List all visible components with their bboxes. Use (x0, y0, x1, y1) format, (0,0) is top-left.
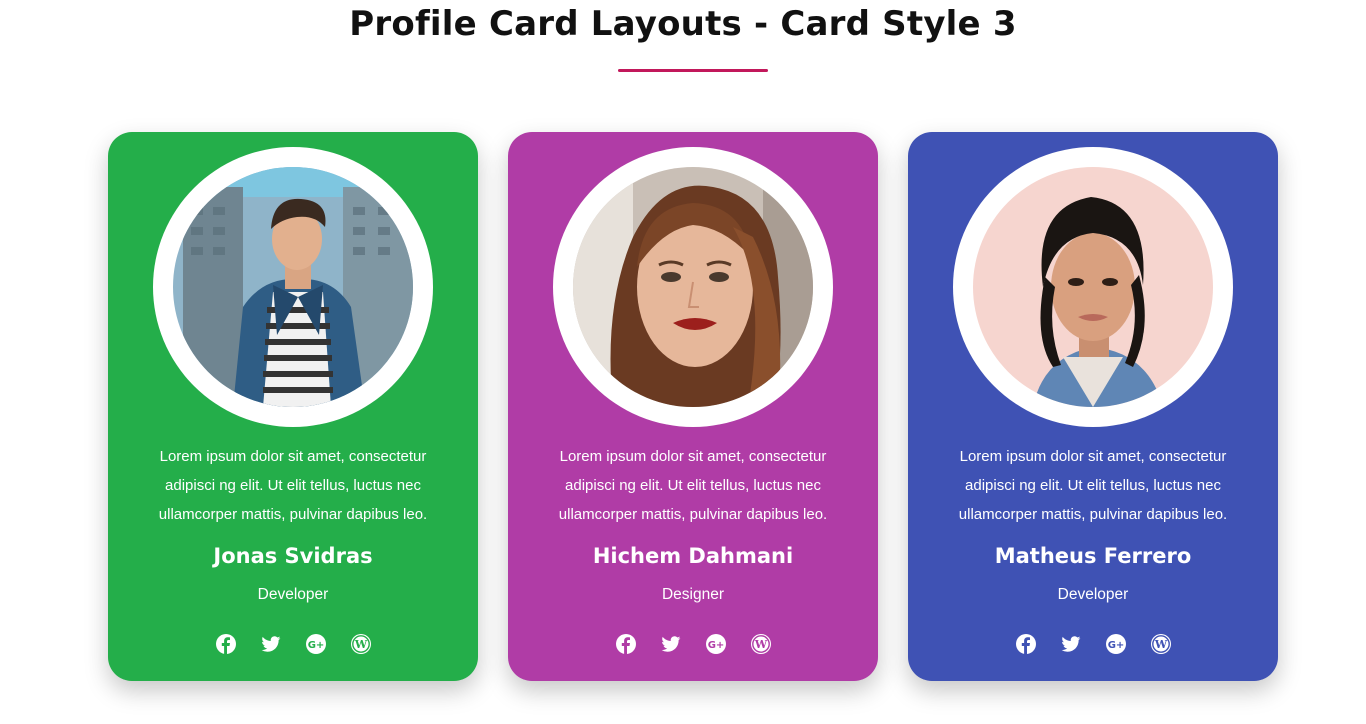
profile-role: Developer (257, 586, 329, 603)
wordpress-icon[interactable]: W (750, 634, 771, 654)
profile-card: Lorem ipsum dolor sit amet, consectetur … (508, 132, 878, 681)
svg-text:W: W (753, 638, 767, 651)
avatar-ring (153, 147, 433, 427)
profile-name: Jonas Svidras (213, 544, 373, 568)
social-links: G+ W (508, 634, 878, 654)
page: Profile Card Layouts - Card Style 3 Lore… (0, 0, 1366, 724)
twitter-icon[interactable] (661, 634, 681, 654)
title-underline (618, 69, 768, 72)
profile-photo (973, 167, 1213, 407)
social-links: G+ W (908, 634, 1278, 654)
profile-bio: Lorem ipsum dolor sit amet, consectetur … (158, 448, 428, 523)
profile-card: Lorem ipsum dolor sit amet, consectetur … (908, 132, 1278, 681)
svg-text:G+: G+ (307, 640, 324, 651)
twitter-icon[interactable] (261, 634, 281, 654)
profile-bio: Lorem ipsum dolor sit amet, consectetur … (958, 448, 1228, 523)
twitter-icon[interactable] (1061, 634, 1081, 654)
profile-photo (573, 167, 813, 407)
google-plus-icon[interactable]: G+ (305, 634, 326, 654)
facebook-icon[interactable] (1015, 634, 1036, 654)
profile-role: Designer (661, 586, 725, 603)
svg-text:W: W (1153, 638, 1167, 651)
profile-bio: Lorem ipsum dolor sit amet, consectetur … (558, 448, 828, 523)
profile-role: Developer (1057, 586, 1129, 603)
facebook-icon[interactable] (615, 634, 636, 654)
profile-photo (173, 167, 413, 407)
social-links: G+ W (108, 634, 478, 654)
profile-name: Matheus Ferrero (994, 544, 1192, 568)
wordpress-icon[interactable]: W (1150, 634, 1171, 654)
facebook-icon[interactable] (215, 634, 236, 654)
avatar-ring (553, 147, 833, 427)
svg-text:W: W (353, 638, 367, 651)
profile-card: Lorem ipsum dolor sit amet, consectetur … (108, 132, 478, 681)
avatar-ring (953, 147, 1233, 427)
google-plus-icon[interactable]: G+ (705, 634, 726, 654)
svg-text:G+: G+ (1107, 640, 1124, 651)
wordpress-icon[interactable]: W (350, 634, 371, 654)
page-title: Profile Card Layouts - Card Style 3 (349, 4, 1017, 44)
svg-text:G+: G+ (707, 640, 724, 651)
profile-name: Hichem Dahmani (592, 544, 794, 568)
google-plus-icon[interactable]: G+ (1105, 634, 1126, 654)
